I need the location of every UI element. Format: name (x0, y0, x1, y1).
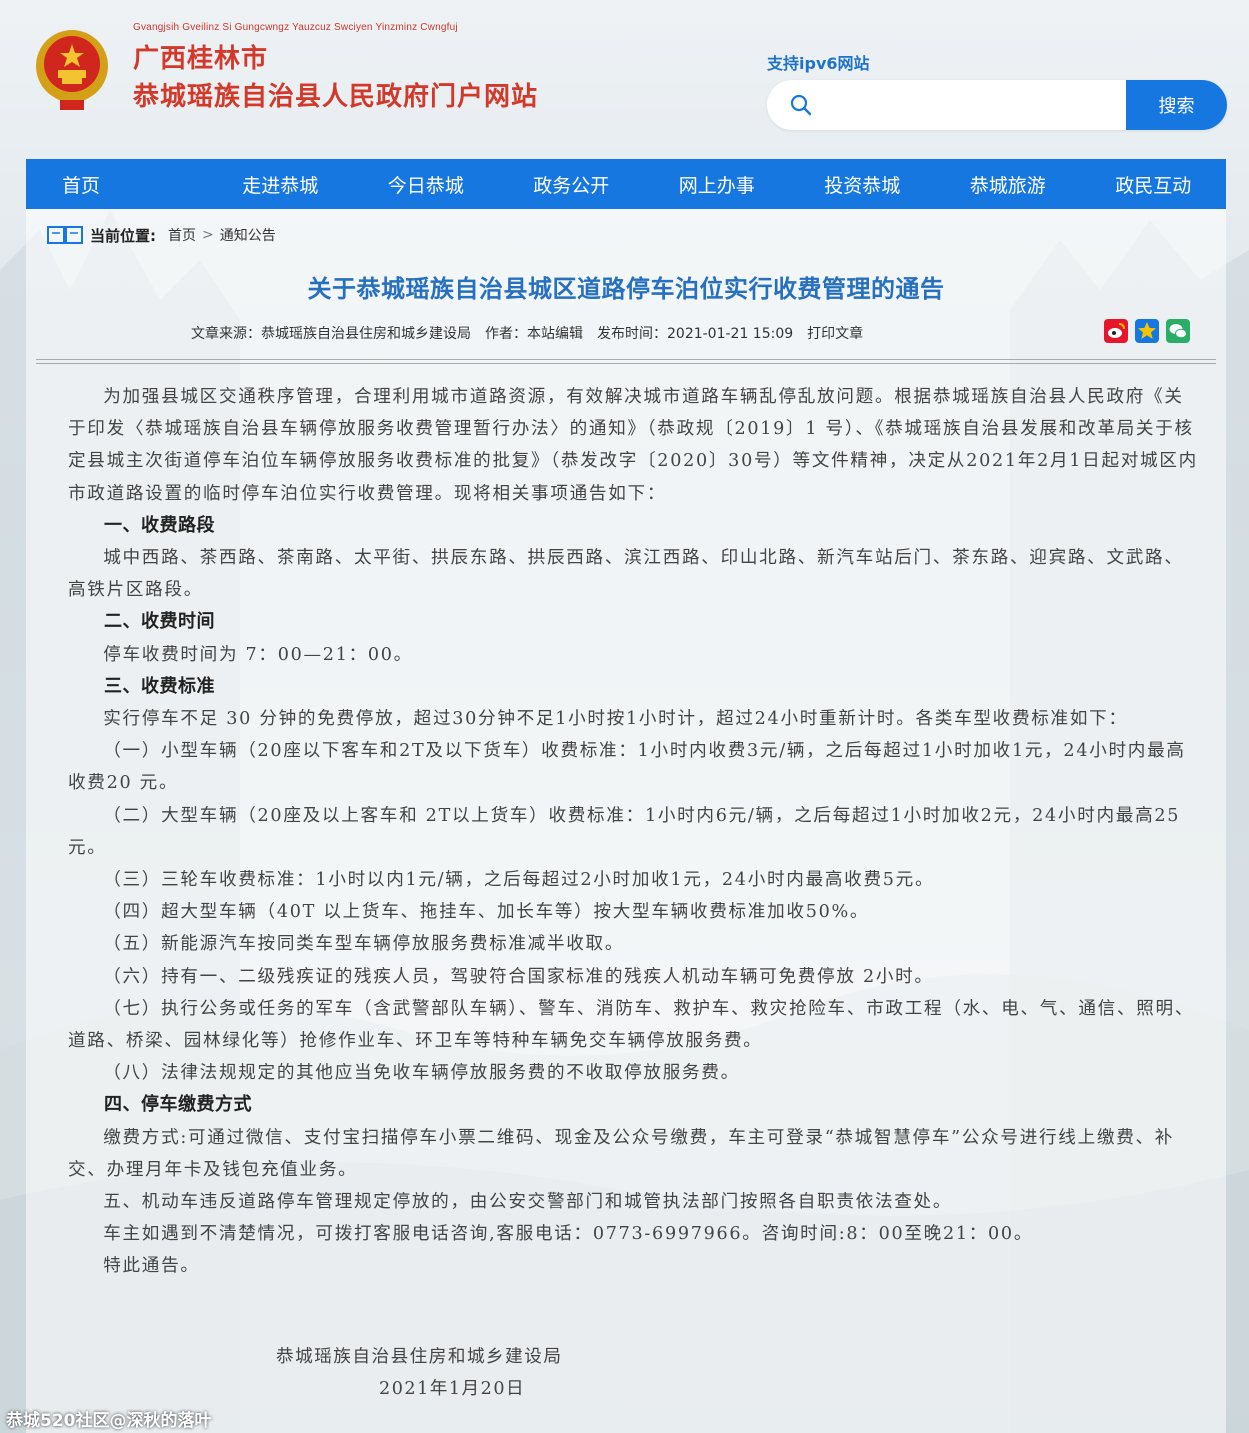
nav-item-investment[interactable]: 投资恭城 (790, 159, 936, 209)
nav-item-gov-affairs[interactable]: 政务公开 (499, 159, 645, 209)
signature-date: 2021年1月20日 (379, 1379, 526, 1399)
site-subtitle-pinyin: Gvangjsih Gveilinz Si Gungcwngz Yauzcuz … (133, 22, 458, 33)
book-icon (47, 226, 83, 244)
article-signature: 恭城瑶族自治县住房和城乡建设局 2021年1月20日 (276, 1341, 562, 1405)
paragraph: 城中西路、茶西路、茶南路、太平街、拱辰东路、拱辰西路、滨江西路、印山北路、新汽车… (68, 548, 1184, 601)
paragraph: 特此通告。 (103, 1256, 200, 1277)
signature-organization: 恭城瑶族自治县住房和城乡建设局 (276, 1347, 563, 1367)
wechat-share-icon[interactable] (1166, 319, 1190, 343)
share-bar (1104, 319, 1190, 343)
search-input[interactable] (827, 90, 1117, 120)
paragraph: （三）三轮车收费标准：1小时以内1元/辆，之后每超过2小时加收1元，24小时内最… (103, 870, 935, 891)
paragraph: （八）法律法规规定的其他应当免收车辆停放服务费的不收取停放服务费。 (103, 1063, 740, 1084)
paragraph: 停车收费时间为 7：00—21：00。 (103, 644, 413, 665)
site-header: Gvangjsih Gveilinz Si Gungcwngz Yauzcuz … (0, 0, 1249, 158)
article-author: 作者：本站编辑 (485, 326, 583, 342)
paragraph: （七）执行公务或任务的军车（含武警部队车辆）、警车、消防车、救护车、救灾抢险车、… (68, 998, 1195, 1052)
paragraph: 缴费方式:可通过微信、支付宝扫描停车小票二维码、现金及公众号缴费，车主可登录“恭… (68, 1127, 1175, 1180)
paragraph: 为加强县城区交通秩序管理，合理利用城市道路资源，有效解决城市道路车辆乱停乱放问题… (68, 387, 1198, 504)
site-title-line2: 恭城瑶族自治县人民政府门户网站 (133, 82, 539, 112)
section-heading: 二、收费时间 (104, 611, 215, 633)
paragraph: （一）小型车辆（20座以下客车和2T及以下货车）收费标准：1小时内收费3元/辆，… (68, 741, 1186, 794)
section-heading: 三、收费标准 (104, 675, 215, 697)
article-source: 文章来源：恭城瑶族自治县住房和城乡建设局 (191, 326, 471, 342)
main-nav: 首页 走进恭城 今日恭城 政务公开 网上办事 投资恭城 恭城旅游 政民互动 (26, 159, 1226, 209)
section-heading: 一、收费路段 (104, 514, 215, 536)
section-heading: 四、停车缴费方式 (104, 1094, 252, 1116)
print-article-link[interactable]: 打印文章 (807, 323, 863, 343)
site-title-line1: 广西桂林市 (133, 44, 269, 74)
breadcrumb: 当前位置: 首页 > 通知公告 (46, 223, 276, 247)
weibo-share-icon[interactable] (1104, 319, 1128, 343)
search-icon (790, 94, 812, 116)
ipv6-support-label[interactable]: 支持ipv6网站 (767, 50, 870, 74)
paragraph: （四）超大型车辆（40T 以上货车、拖挂车、加长车等）按大型车辆收费标准加收50… (103, 902, 870, 923)
nav-item-about[interactable]: 走进恭城 (208, 159, 354, 209)
nav-item-online-services[interactable]: 网上办事 (644, 159, 790, 209)
breadcrumb-label: 当前位置: (90, 226, 156, 245)
article-meta: 文章来源：恭城瑶族自治县住房和城乡建设局 作者：本站编辑 发布时间：2021-0… (191, 323, 863, 343)
nav-item-tourism[interactable]: 恭城旅游 (935, 159, 1081, 209)
favorite-share-icon[interactable] (1135, 319, 1159, 343)
national-emblem-icon (36, 30, 108, 110)
title-divider (36, 359, 1216, 364)
paragraph: 车主如遇到不清楚情况，可拨打客服电话咨询,客服电话：0773-6997966。咨… (103, 1224, 1034, 1245)
paragraph: （六）持有一、二级残疾证的残疾人员，驾驶符合国家标准的残疾人机动车辆可免费停放 … (103, 966, 934, 987)
article-published-time: 发布时间：2021-01-21 15:09 (597, 326, 794, 342)
nav-item-home[interactable]: 首页 (26, 159, 208, 209)
nav-item-today[interactable]: 今日恭城 (353, 159, 499, 209)
article-panel: 当前位置: 首页 > 通知公告 关于恭城瑶族自治县城区道路停车泊位实行收费管理的… (26, 209, 1226, 1433)
paragraph: （二）大型车辆（20座及以上客车和 2T以上货车）收费标准：1小时内6元/辆，之… (68, 805, 1181, 858)
search-button[interactable]: 搜索 (1126, 80, 1227, 130)
breadcrumb-notice-link[interactable]: 通知公告 (220, 225, 276, 245)
nav-item-interaction[interactable]: 政民互动 (1081, 159, 1227, 209)
breadcrumb-home-link[interactable]: 首页 (168, 225, 196, 245)
article-body: 为加强县城区交通秩序管理，合理利用城市道路资源，有效解决城市道路车辆乱停乱放问题… (68, 381, 1198, 1283)
watermark-text: 恭城520社区@深秋的落叶 (6, 1411, 212, 1431)
paragraph: 实行停车不足 30 分钟的免费停放，超过30分钟不足1小时按1小时计，超过24小… (103, 709, 1128, 730)
paragraph: 五、机动车违反道路停车管理规定停放的，由公安交警部门和城管执法部门按照各自职责依… (103, 1192, 953, 1213)
article-title: 关于恭城瑶族自治县城区道路停车泊位实行收费管理的通告 (307, 275, 945, 303)
breadcrumb-separator: > (202, 227, 214, 243)
paragraph: （五）新能源汽车按同类车型车辆停放服务费标准减半收取。 (103, 934, 625, 955)
search-box: 搜索 (767, 80, 1227, 130)
